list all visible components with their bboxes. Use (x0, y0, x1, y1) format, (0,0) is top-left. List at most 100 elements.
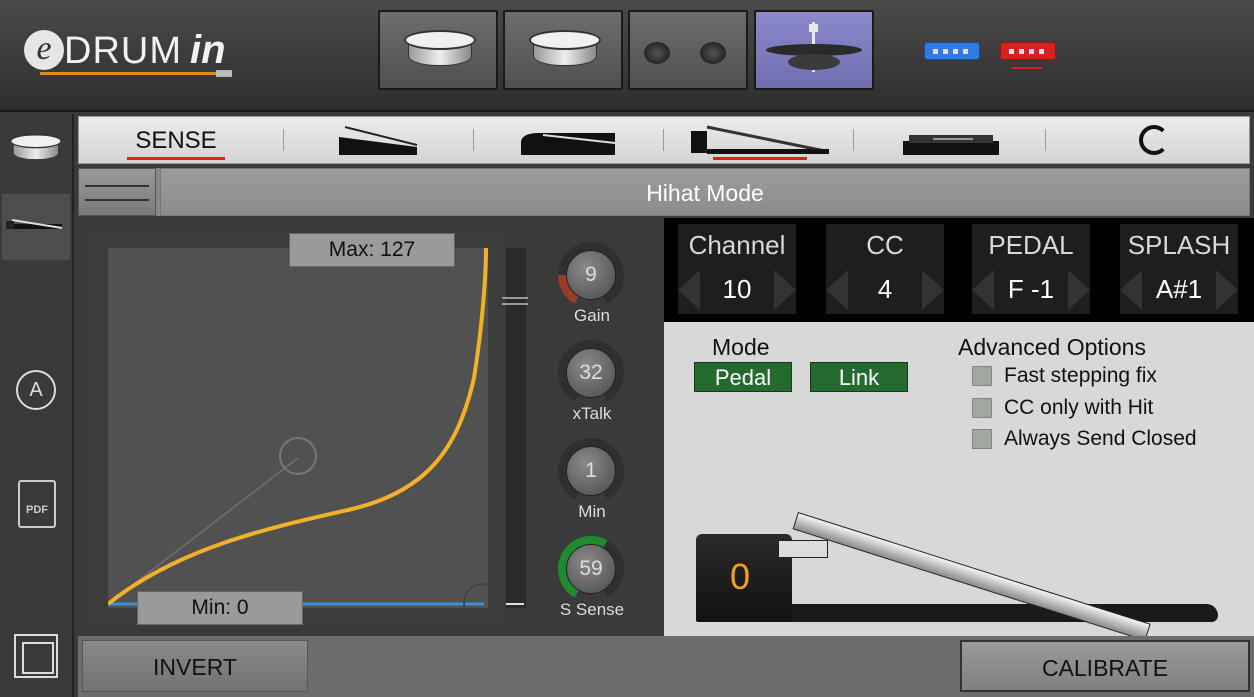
blue-jack-icon[interactable] (924, 42, 980, 60)
s-sense-knob[interactable]: 59 (558, 536, 624, 602)
tab-pedal-type-2[interactable] (483, 117, 663, 163)
tab-pedal-type-4[interactable] (863, 117, 1043, 163)
tab-separator (663, 129, 664, 151)
tab-separator (473, 129, 474, 151)
app-header: e DRUM in (0, 0, 1254, 112)
invert-button[interactable]: INVERT (82, 640, 308, 692)
knob-panel: 9 Gain 32 xTalk 1 Min 59 S Sense (528, 230, 656, 626)
xtalk-knob-label: xTalk (572, 404, 612, 423)
velocity-curve-graph[interactable] (106, 247, 501, 621)
sidebar-item-pedal[interactable] (2, 194, 70, 260)
pedal-foot-base (790, 604, 1218, 622)
pad-button-snare-1[interactable] (378, 10, 498, 90)
red-jack-indicator (1012, 67, 1042, 69)
curve-control-handle[interactable] (279, 437, 317, 475)
menu-button[interactable] (78, 168, 156, 216)
bottom-bar: INVERT CALIBRATE (78, 636, 1254, 697)
param-splash-title: SPLASH (1127, 230, 1231, 260)
tab-sense[interactable]: SENSE (79, 117, 273, 163)
logo-cable (40, 72, 216, 75)
mode-link-button[interactable]: Link (810, 362, 908, 392)
calibrate-button[interactable]: CALIBRATE (960, 640, 1250, 692)
min-knob-value: 1 (566, 446, 616, 496)
sidebar: A PDF (0, 114, 74, 697)
drum-pad-icon (10, 134, 62, 166)
reset-button[interactable] (1055, 117, 1251, 163)
pedal-position-value: 0 (730, 556, 751, 597)
param-cc: CC 4 (826, 224, 944, 314)
cc-increment-icon[interactable] (922, 270, 944, 310)
s-sense-knob-value: 59 (566, 544, 616, 594)
sidebar-item-pad[interactable] (2, 128, 70, 188)
menu-line (85, 185, 149, 187)
expression-pedal-icon (339, 126, 418, 155)
tick-mark (506, 603, 524, 605)
advanced-options-title: Advanced Options (958, 334, 1146, 360)
app-logo: e DRUM in (24, 26, 244, 82)
cc-only-with-hit-label: CC only with Hit (1004, 396, 1154, 419)
param-pedal: PEDAL F -1 (972, 224, 1090, 314)
mode-title: Hihat Mode (160, 168, 1250, 216)
param-channel: Channel 10 (678, 224, 796, 314)
pedal-hinge (778, 540, 828, 558)
splash-increment-icon[interactable] (1216, 270, 1238, 310)
tab-separator (1045, 129, 1046, 151)
tab-bar: SENSE (78, 116, 1250, 164)
pedal-increment-icon[interactable] (1068, 270, 1090, 310)
auto-icon[interactable]: A (16, 370, 56, 410)
pad-button-snare-2[interactable] (503, 10, 623, 90)
pad-button-hihat[interactable] (754, 10, 874, 90)
gain-knob-value: 9 (566, 250, 616, 300)
always-send-closed-checkbox[interactable] (972, 429, 992, 449)
menu-line (85, 199, 149, 201)
tab-active-underline (713, 157, 807, 160)
mode-pedal-button[interactable]: Pedal (694, 362, 792, 392)
always-send-closed-label: Always Send Closed (1004, 427, 1197, 450)
curve-max-label[interactable]: Max: 127 (289, 233, 455, 267)
xtalk-knob-value: 32 (566, 348, 616, 398)
min-knob[interactable]: 1 (558, 438, 624, 504)
cymbal-dot-icon (644, 42, 670, 64)
hihat-pedal-icon (6, 219, 63, 229)
refresh-icon (1139, 125, 1169, 155)
sustain-pedal-icon (521, 133, 616, 155)
hihat-icon (766, 22, 862, 72)
mode-section-title: Mode (712, 334, 770, 360)
param-channel-title: Channel (688, 230, 786, 260)
logo-in: in (190, 28, 226, 72)
param-pedal-title: PEDAL (988, 230, 1074, 260)
cc-only-with-hit-checkbox[interactable] (972, 398, 992, 418)
tab-sense-label: SENSE (135, 127, 217, 154)
gain-knob[interactable]: 9 (558, 242, 624, 308)
logo-drum: DRUM (64, 30, 182, 72)
tab-hihat-pedal[interactable] (673, 117, 853, 163)
fast-stepping-checkbox[interactable] (972, 366, 992, 386)
drum-pad-icon (404, 30, 476, 74)
pdf-icon[interactable]: PDF (18, 480, 56, 528)
tab-separator (283, 129, 284, 151)
parameter-bar: Channel 10 CC 4 PEDAL F -1 SPLASH A#1 (664, 218, 1254, 322)
s-sense-knob-label: S Sense (559, 600, 625, 619)
param-cc-title: CC (866, 230, 904, 260)
tab-active-underline (127, 157, 225, 160)
xtalk-knob[interactable]: 32 (558, 340, 624, 406)
min-knob-label: Min (578, 502, 606, 521)
velocity-curve-svg (106, 247, 501, 621)
drum-pad-icon (529, 30, 601, 74)
channel-increment-icon[interactable] (774, 270, 796, 310)
param-splash: SPLASH A#1 (1120, 224, 1238, 314)
tab-separator (853, 129, 854, 151)
mode-bar: Hihat Mode (78, 168, 1250, 216)
pad-button-cymbals[interactable] (628, 10, 748, 90)
cymbal-dot-icon (700, 42, 726, 64)
velocity-curve (106, 247, 488, 606)
flat-pedal-icon (903, 135, 999, 155)
logo-e: e (24, 30, 64, 70)
chip-icon[interactable] (14, 634, 58, 678)
tab-pedal-type-1[interactable] (293, 117, 473, 163)
curve-min-label[interactable]: Min: 0 (137, 591, 303, 625)
red-jack-icon[interactable] (1000, 42, 1056, 60)
logo-jack-icon (216, 70, 232, 77)
gain-knob-label: Gain (574, 306, 610, 325)
fast-stepping-label: Fast stepping fix (1004, 364, 1157, 387)
